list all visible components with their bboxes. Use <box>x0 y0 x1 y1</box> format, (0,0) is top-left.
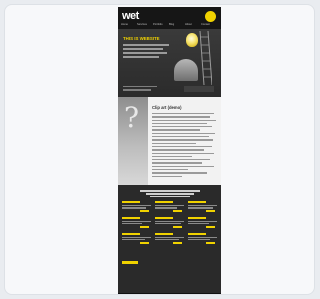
nav-item: Home <box>121 23 128 26</box>
nav-item: Blog <box>169 23 175 26</box>
content-text <box>152 113 216 179</box>
person-image <box>174 59 198 81</box>
preview-card[interactable]: wet Home Services Portfolio Blog About C… <box>4 4 315 295</box>
hero-subtext <box>123 86 163 94</box>
hero-title: THIS IS WEBSITE <box>123 36 160 41</box>
feature-item <box>155 201 184 212</box>
hero-text <box>123 44 171 60</box>
features-section <box>118 185 221 293</box>
feature-item <box>155 216 184 228</box>
logo-mark-icon <box>205 11 216 22</box>
nav-item: Portfolio <box>153 23 163 26</box>
nav-item: About <box>185 23 192 26</box>
features-button <box>122 261 138 264</box>
nav-item: Services <box>137 23 147 26</box>
content-title: Clip art (demo) <box>152 105 182 110</box>
feature-item <box>155 232 184 244</box>
nav-item: Contact <box>201 23 210 26</box>
site-nav: Home Services Portfolio Blog About Conta… <box>121 23 215 26</box>
feature-item <box>188 232 217 244</box>
site-footer <box>118 293 221 294</box>
feature-item <box>188 201 217 212</box>
features-grid <box>122 201 218 249</box>
feature-item <box>122 216 151 228</box>
hero-section: THIS IS WEBSITE <box>118 29 221 97</box>
features-heading <box>118 189 221 199</box>
feature-item <box>122 232 151 244</box>
feature-item <box>122 201 151 212</box>
question-mark-icon: ? <box>124 101 140 134</box>
lightbulb-icon <box>186 33 198 47</box>
site-logo: wet <box>122 10 139 22</box>
girl-image: ? <box>118 97 148 185</box>
site-header: wet Home Services Portfolio Blog About C… <box>118 7 221 29</box>
hero-button <box>184 86 214 92</box>
ladder-icon <box>199 31 212 85</box>
website-thumbnail[interactable]: wet Home Services Portfolio Blog About C… <box>118 7 221 294</box>
content-section: ? Clip art (demo) <box>118 97 221 185</box>
feature-item <box>188 216 217 228</box>
